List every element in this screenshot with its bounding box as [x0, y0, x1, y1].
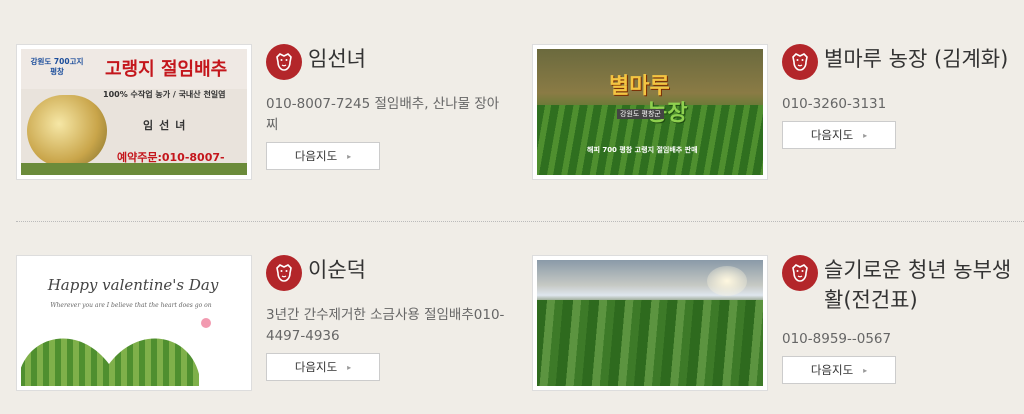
farm-info: 슬기로운 청년 농부생활(전건표) 010-8959--0567 다음지도 ▸	[782, 255, 1022, 384]
map-button[interactable]: 다음지도 ▸	[782, 356, 896, 384]
arrow-right-icon: ▸	[347, 362, 352, 372]
farm-description: 010-3260-3131	[782, 96, 887, 112]
heart-field-image	[21, 324, 199, 386]
farm-name: 이순덕	[308, 258, 366, 282]
farm-thumbnail[interactable]: 강원도 700고지 평창 고랭지 절임배추 100% 수작업 농가 / 국내산 …	[16, 44, 252, 180]
farm-logo-icon	[782, 44, 818, 80]
farm-thumbnail[interactable]: Happy valentine's Day Wherever you are I…	[16, 255, 252, 391]
thumbnail-logo-top: 별마루	[609, 74, 670, 99]
heart-pin-icon	[201, 318, 211, 328]
map-button[interactable]: 다음지도 ▸	[266, 142, 380, 170]
thumbnail-image: Happy valentine's Day Wherever you are I…	[21, 260, 247, 386]
thumbnail-caption: 해피 700 평창 고랭지 절임배추 판매	[587, 146, 698, 154]
section-divider	[16, 221, 1024, 222]
farm-card: 별마루 농장 강원도 평창군 해피 700 평창 고랭지 절임배추 판매 별마루…	[532, 44, 1024, 194]
farm-thumbnail[interactable]: 별마루 농장 강원도 평창군 해피 700 평창 고랭지 절임배추 판매	[532, 44, 768, 180]
thumbnail-region: 강원도 평창군	[617, 109, 664, 119]
farm-thumbnail[interactable]	[532, 255, 768, 391]
farm-info: 임선녀 010-8007-7245 절임배추, 산나물 장아찌 다음지도 ▸	[266, 44, 506, 170]
farm-description: 3년간 간수제거한 소금사용 절임배추010-4497-4936	[266, 307, 505, 344]
map-button-label: 다음지도	[810, 128, 854, 142]
map-button-label: 다음지도	[810, 363, 854, 377]
farm-info: 이순덕 3년간 간수제거한 소금사용 절임배추010-4497-4936 다음지…	[266, 255, 506, 381]
farm-description: 010-8959--0567	[782, 331, 892, 347]
thumbnail-script-text: Happy valentine's Day	[47, 276, 219, 294]
arrow-right-icon: ▸	[863, 365, 868, 375]
farm-name: 별마루 농장 (김계화)	[824, 47, 1009, 71]
thumbnail-image	[537, 260, 763, 386]
map-button[interactable]: 다음지도 ▸	[782, 121, 896, 149]
field-strip	[21, 163, 247, 175]
region-badge: 강원도 700고지 평창	[30, 57, 84, 76]
thumbnail-subline: 100% 수작업 농가 / 국내산 천일염	[103, 90, 226, 99]
farm-card: 강원도 700고지 평창 고랭지 절임배추 100% 수작업 농가 / 국내산 …	[16, 44, 516, 194]
sun-glow	[707, 266, 747, 296]
arrow-right-icon: ▸	[863, 130, 868, 140]
thumbnail-small-text: Wherever you are I believe that the hear…	[50, 302, 212, 309]
arrow-right-icon: ▸	[347, 151, 352, 161]
farm-description: 010-8007-7245 절임배추, 산나물 장아찌	[266, 96, 500, 133]
farm-logo-icon	[266, 44, 302, 80]
map-button[interactable]: 다음지도 ▸	[266, 353, 380, 381]
thumbnail-headline: 고랭지 절임배추	[105, 59, 228, 80]
thumbnail-image: 강원도 700고지 평창 고랭지 절임배추 100% 수작업 농가 / 국내산 …	[21, 49, 247, 175]
field-rows	[537, 300, 763, 386]
farm-card: Happy valentine's Day Wherever you are I…	[16, 255, 516, 405]
farm-logo-icon	[782, 255, 818, 291]
map-button-label: 다음지도	[294, 360, 338, 374]
thumbnail-image: 별마루 농장 강원도 평창군 해피 700 평창 고랭지 절임배추 판매	[537, 49, 763, 175]
farm-name: 슬기로운 청년 농부생활(전건표)	[824, 258, 1012, 312]
farm-logo-icon	[266, 255, 302, 291]
farm-card: 슬기로운 청년 농부생활(전건표) 010-8959--0567 다음지도 ▸	[532, 255, 1024, 405]
cabbage-image	[27, 95, 107, 167]
farm-name: 임선녀	[308, 47, 366, 71]
map-button-label: 다음지도	[294, 149, 338, 163]
farm-info: 별마루 농장 (김계화) 010-3260-3131 다음지도 ▸	[782, 44, 1022, 149]
thumbnail-person: 임선녀	[143, 119, 192, 132]
